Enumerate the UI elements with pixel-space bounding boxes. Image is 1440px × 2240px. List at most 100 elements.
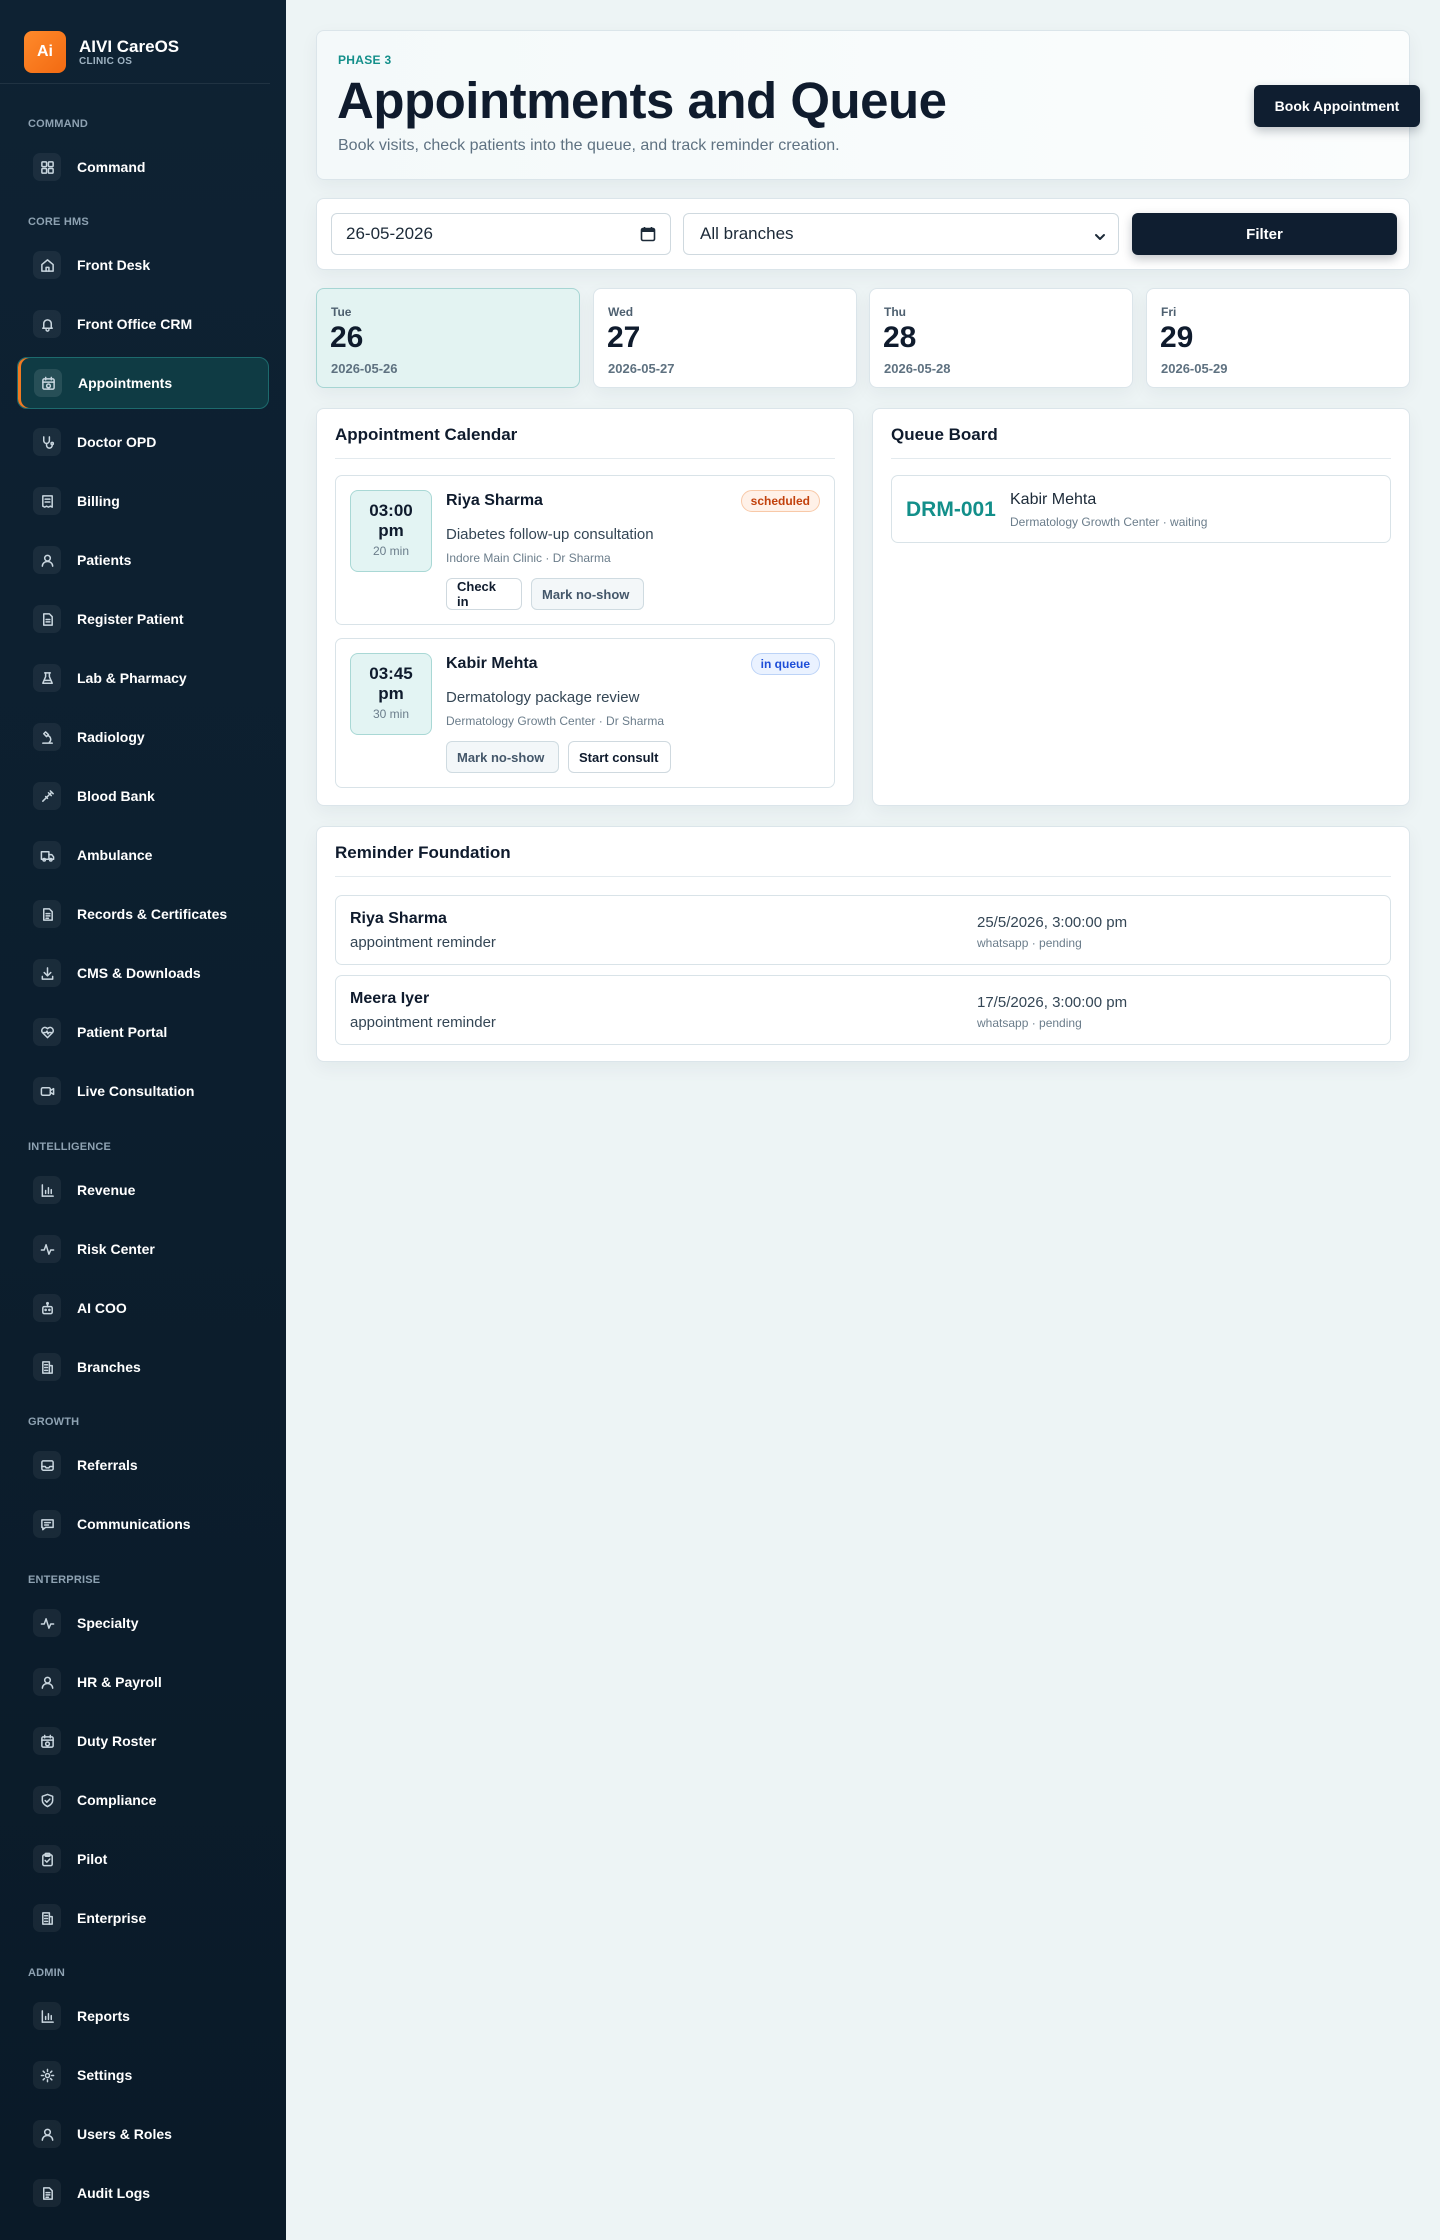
sidebar-item-label: Records & Certificates (77, 906, 228, 922)
video-icon (33, 1077, 61, 1105)
sidebar-item-patients[interactable]: Patients (17, 534, 269, 586)
grid-icon (33, 153, 61, 181)
sidebar-item-patient-portal[interactable]: Patient Portal (17, 1006, 269, 1058)
sidebar-item-label: Radiology (77, 729, 145, 745)
sidebar-item-doctor-opd[interactable]: Doctor OPD (17, 416, 269, 468)
appointment-card[interactable]: 03:00 pm 20 min Riya Sharma scheduled Diabete… (335, 475, 835, 625)
sidebar-item-command[interactable]: Command (17, 141, 269, 193)
sidebar-item-audit-logs[interactable]: Audit Logs (17, 2167, 269, 2219)
download-icon (33, 959, 61, 987)
sidebar-item-hr-payroll[interactable]: HR & Payroll (17, 1656, 269, 1708)
sidebar-item-compliance[interactable]: Compliance (17, 1774, 269, 1826)
brand-logo: Ai (24, 31, 66, 73)
sidebar-item-risk-center[interactable]: Risk Center (17, 1223, 269, 1275)
calendar-icon[interactable] (640, 226, 656, 247)
sidebar-item-label: Live Consultation (77, 1083, 195, 1099)
sidebar-item-label: Duty Roster (77, 1733, 157, 1749)
sidebar-item-front-office-crm[interactable]: Front Office CRM (17, 298, 269, 350)
divider (891, 458, 1391, 459)
brand-subtitle: CLINIC OS (79, 55, 133, 67)
sidebar-item-ai-coo[interactable]: AI COO (17, 1282, 269, 1334)
sidebar-item-register-patient[interactable]: Register Patient (17, 593, 269, 645)
section-intelligence: INTELLIGENCE (28, 1141, 112, 1153)
book-appointment-button[interactable]: Book Appointment (1254, 85, 1420, 127)
page-subtitle: Book visits, check patients into the que… (338, 137, 840, 154)
divider (335, 876, 1391, 877)
sidebar-item-label: Register Patient (77, 611, 184, 627)
sidebar-item-duty-roster[interactable]: Duty Roster (17, 1715, 269, 1767)
sidebar-item-cms-downloads[interactable]: CMS & Downloads (17, 947, 269, 999)
sidebar-item-reports[interactable]: Reports (17, 1990, 269, 2042)
reminder-item[interactable]: Riya Sharma appointment reminder 25/5/20… (335, 895, 1391, 965)
reminder-meta: whatsapp · pending (977, 936, 1082, 950)
date-value: 26-05-2026 (346, 224, 433, 243)
queue-meta: Dermatology Growth Center · waiting (1010, 515, 1208, 529)
sidebar-item-label: Front Office CRM (77, 316, 193, 332)
section-growth: GROWTH (28, 1416, 80, 1428)
sidebar-item-ambulance[interactable]: Ambulance (17, 829, 269, 881)
branch-select[interactable]: All branches (683, 213, 1119, 255)
sidebar-item-blood-bank[interactable]: Blood Bank (17, 770, 269, 822)
sidebar-item-billing[interactable]: Billing (17, 475, 269, 527)
reminder-item[interactable]: Meera Iyer appointment reminder 17/5/202… (335, 975, 1391, 1045)
sidebar-item-branches[interactable]: Branches (17, 1341, 269, 1393)
sidebar-item-referrals[interactable]: Referrals (17, 1439, 269, 1491)
queue-patient-name: Kabir Mehta (1010, 491, 1097, 508)
start-consult-button[interactable]: Start consult (568, 741, 671, 773)
sidebar-item-label: Appointments (78, 375, 173, 391)
day-card[interactable]: Fri 29 2026-05-29 (1146, 288, 1410, 388)
sidebar-item-communications[interactable]: Communications (17, 1498, 269, 1550)
microscope-icon (33, 723, 61, 751)
sidebar-item-records-certificates[interactable]: Records & Certificates (17, 888, 269, 940)
sidebar-item-enterprise[interactable]: Enterprise (17, 1892, 269, 1944)
sidebar-item-users-roles[interactable]: Users & Roles (17, 2108, 269, 2160)
appointment-calendar: Appointment Calendar 03:00 pm 20 min Riya S… (316, 408, 854, 806)
day-card[interactable]: Wed 27 2026-05-27 (593, 288, 857, 388)
sidebar-item-label: Specialty (77, 1615, 139, 1631)
appointment-reason: Dermatology package review (446, 689, 640, 706)
appointment-patient-name: Kabir Mehta (446, 655, 538, 672)
reminder-type: appointment reminder (350, 934, 496, 951)
mark-no-show-button[interactable]: Mark no-show (446, 741, 559, 773)
sidebar-item-pilot[interactable]: Pilot (17, 1833, 269, 1885)
sidebar-item-specialty[interactable]: Specialty (17, 1597, 269, 1649)
reminder-patient-name: Riya Sharma (350, 910, 447, 927)
sidebar-item-live-consultation[interactable]: Live Consultation (17, 1065, 269, 1117)
sidebar-item-settings[interactable]: Settings (17, 2049, 269, 2101)
sidebar-item-label: Users & Roles (77, 2126, 172, 2142)
time-slot: 03:45 pm 30 min (350, 653, 432, 735)
building-icon (33, 1904, 61, 1932)
sidebar-item-radiology[interactable]: Radiology (17, 711, 269, 763)
appointment-patient-name: Riya Sharma (446, 492, 543, 509)
syringe-icon (33, 782, 61, 810)
bot-icon (33, 1294, 61, 1322)
day-of-week: Wed (608, 305, 634, 319)
date-input[interactable]: 26-05-2026 (331, 213, 671, 255)
day-card[interactable]: Thu 28 2026-05-28 (869, 288, 1133, 388)
clipboard-icon (33, 1845, 61, 1873)
sidebar-item-lab-pharmacy[interactable]: Lab & Pharmacy (17, 652, 269, 704)
sidebar-item-label: Patients (77, 552, 132, 568)
ambulance-icon (33, 841, 61, 869)
brand[interactable]: Ai AIVI CareOS CLINIC OS (0, 0, 270, 84)
sidebar-item-front-desk[interactable]: Front Desk (17, 239, 269, 291)
appointment-duration: 30 min (372, 707, 410, 721)
status-badge: scheduled (740, 490, 820, 512)
sidebar-item-label: Blood Bank (77, 788, 155, 804)
sidebar-item-appointments[interactable]: Appointments (17, 357, 269, 409)
appointment-meta: Dermatology Growth Center · Dr Sharma (446, 714, 665, 728)
queue-item[interactable]: DRM-001 Kabir Mehta Dermatology Growth C… (891, 475, 1391, 543)
branch-select-value: All branches (700, 224, 794, 243)
sidebar-item-label: Risk Center (77, 1241, 155, 1257)
day-number: 27 (607, 321, 641, 354)
appointment-card[interactable]: 03:45 pm 30 min Kabir Mehta in queue Dermatol… (335, 638, 835, 788)
day-of-week: Thu (884, 305, 906, 319)
sidebar-item-revenue[interactable]: Revenue (17, 1164, 269, 1216)
appointment-duration: 20 min (372, 544, 410, 558)
check-in-button[interactable]: Check in (446, 578, 522, 610)
filter-button[interactable]: Filter (1132, 213, 1397, 255)
day-date: 2026-05-26 (331, 361, 398, 376)
brand-name: AIVI CareOS (79, 36, 180, 56)
mark-no-show-button[interactable]: Mark no-show (531, 578, 644, 610)
day-card[interactable]: Tue 26 2026-05-26 (316, 288, 580, 388)
